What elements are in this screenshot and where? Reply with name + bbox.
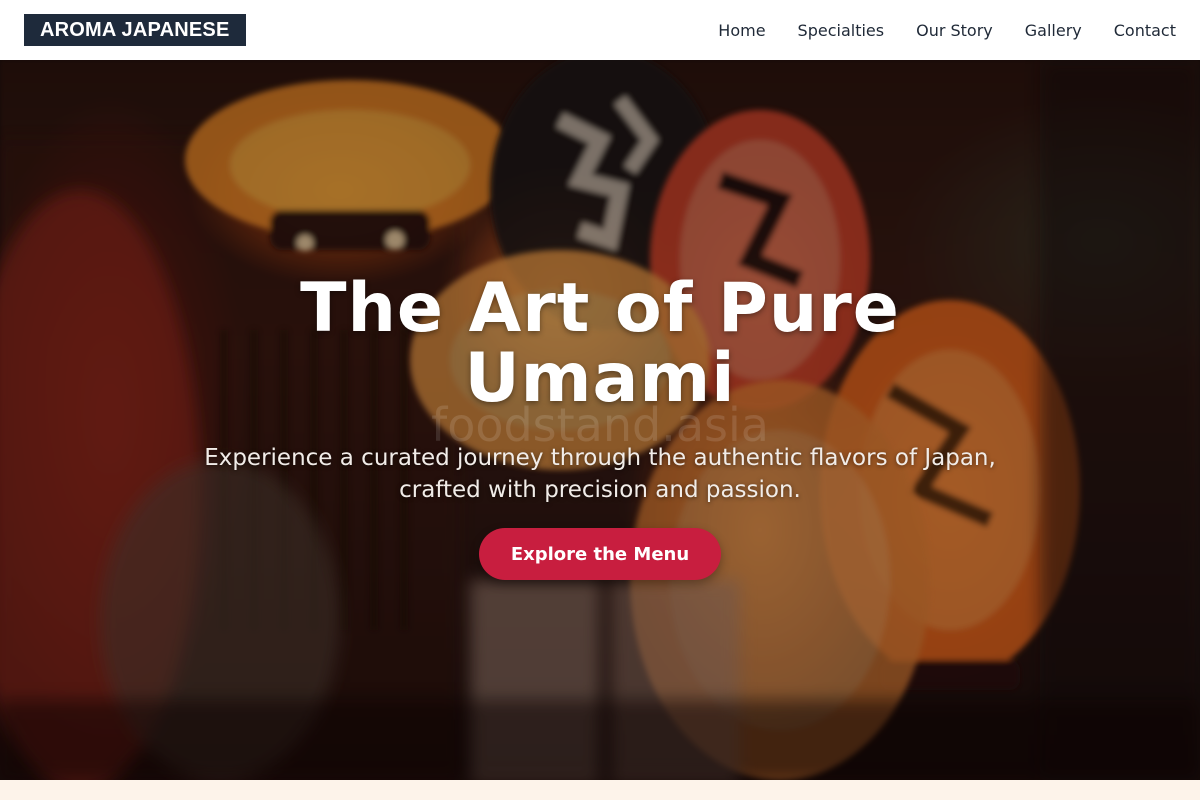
nav-link-our-story[interactable]: Our Story xyxy=(916,21,993,40)
nav-link-gallery[interactable]: Gallery xyxy=(1025,21,1082,40)
hero-title: The Art of Pure Umami xyxy=(300,269,900,418)
hero-section: foodstand.asia The Art of Pure Umami Exp… xyxy=(0,60,1200,780)
hero-content: The Art of Pure Umami Experience a curat… xyxy=(0,60,1200,780)
next-section-edge xyxy=(0,780,1200,800)
nav-link-contact[interactable]: Contact xyxy=(1114,21,1176,40)
nav-link-specialties[interactable]: Specialties xyxy=(798,21,885,40)
site-header: AROMA JAPANESE Home Specialties Our Stor… xyxy=(0,0,1200,60)
logo[interactable]: AROMA JAPANESE xyxy=(24,14,246,46)
nav-link-home[interactable]: Home xyxy=(718,21,765,40)
main-nav: Home Specialties Our Story Gallery Conta… xyxy=(718,21,1176,40)
explore-menu-button[interactable]: Explore the Menu xyxy=(478,528,722,580)
hero-subtitle: Experience a curated journey through the… xyxy=(204,445,996,503)
